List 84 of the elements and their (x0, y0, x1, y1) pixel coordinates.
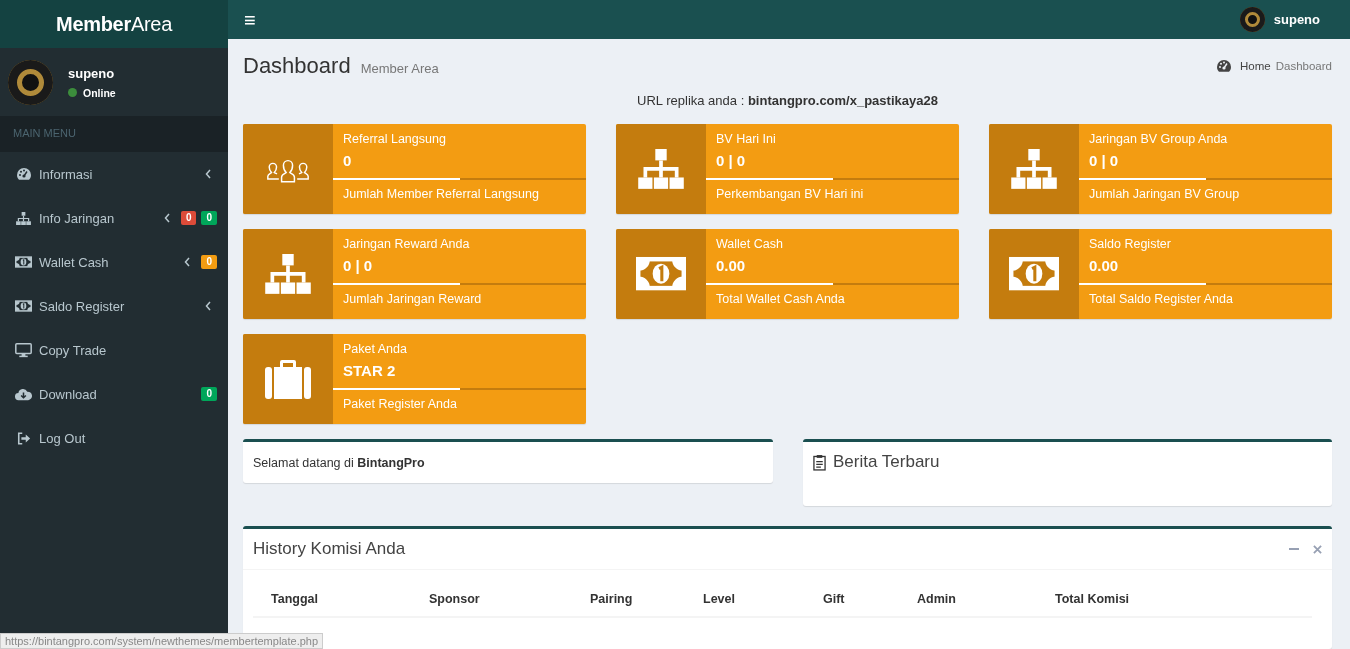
brand-logo[interactable]: MemberArea (0, 0, 228, 48)
banknote-icon (15, 256, 32, 268)
card-description: Total Saldo Register Anda (1088, 292, 1234, 306)
hierarchy-icon (15, 211, 32, 225)
card-description: Jumlah Member Referral Langsung (342, 187, 540, 201)
chevron-left-icon (205, 301, 211, 311)
column-header: Sponsor (429, 591, 481, 608)
column-header: Gift (823, 591, 846, 608)
user-menu[interactable]: supeno (1273, 12, 1320, 27)
menu-item[interactable]: Info Jaringan 0 0 (0, 196, 228, 240)
close-icon[interactable] (1313, 544, 1322, 554)
column-header: Admin (917, 591, 957, 608)
status-dot-icon (68, 88, 77, 97)
speedometer-icon (1216, 59, 1233, 73)
user-status: Online (83, 86, 116, 99)
hierarchy-icon (265, 254, 311, 294)
page-title: Dashboard (243, 53, 351, 79)
card-description: Total Wallet Cash Anda (715, 292, 846, 306)
count-badge: 0 (201, 387, 217, 401)
cloud-download-icon (15, 387, 32, 401)
menu-item[interactable]: Copy Trade (0, 328, 228, 372)
chevron-left-icon (163, 213, 170, 223)
avatar (8, 59, 53, 105)
menu-item[interactable]: Log Out (0, 416, 228, 460)
menu-header: MAIN MENU (0, 116, 228, 152)
count-badge: 0 (201, 211, 217, 225)
replica-url-text: URL replika anda : bintangpro.com/x_pastikaya28 (636, 93, 939, 108)
menu-label: Wallet Cash (39, 254, 110, 270)
card-description: Jumlah Jaringan Reward (342, 292, 483, 306)
welcome-text: Selamat datang di BintangPro (253, 455, 425, 470)
card-title: Referral Langsung (342, 132, 447, 146)
briefcase-icon (265, 359, 311, 399)
sign-out-icon (15, 431, 32, 445)
panel-title: History Komisi Anda (253, 539, 406, 559)
status-bar-url: https://bintangpro.com/system/newthemes/membertemplate.php (0, 633, 324, 649)
menu-item[interactable]: Saldo Register (0, 284, 228, 328)
menu-item[interactable]: Download 0 (0, 372, 228, 416)
speedometer-icon (15, 167, 32, 181)
column-header: Pairing (590, 591, 634, 608)
count-badge: 0 (180, 211, 197, 225)
page-subtitle: Member Area (360, 61, 439, 76)
breadcrumb-link[interactable]: Dashboard (1275, 60, 1332, 72)
card-description: Paket Register Anda (342, 397, 458, 411)
breadcrumb-link[interactable]: Home (1240, 60, 1271, 72)
count-badge: 0 (201, 255, 217, 269)
card-value: STAR 2 (342, 362, 397, 381)
user-name: supeno (68, 65, 116, 81)
card-title: Jaringan Reward Anda (342, 237, 471, 251)
card-title: BV Hari Ini (715, 132, 777, 146)
card-value: 0 | 0 (342, 257, 374, 276)
menu-label: Log Out (39, 430, 87, 446)
card-value: 0 | 0 (1088, 152, 1120, 171)
card-title: Saldo Register (1088, 237, 1172, 251)
monitor-icon (15, 342, 32, 358)
banknote-icon (1009, 256, 1059, 292)
column-header: Level (703, 591, 736, 608)
menu-label: Copy Trade (39, 342, 108, 358)
chevron-left-icon (205, 169, 211, 179)
menu-item[interactable]: Wallet Cash 0 (0, 240, 228, 284)
menu-item[interactable]: Informasi (0, 152, 228, 196)
card-value: 0 | 0 (715, 152, 747, 171)
column-header: Tanggal (271, 591, 319, 608)
hierarchy-icon (638, 149, 684, 189)
banknote-icon (15, 300, 32, 312)
menu-label: Informasi (39, 166, 94, 182)
menu-toggle[interactable]: ≡ (240, 9, 260, 30)
clipboard-icon (813, 453, 826, 471)
hierarchy-icon (1011, 149, 1057, 189)
menu-label: Info Jaringan (39, 210, 116, 226)
card-title: Wallet Cash (715, 237, 784, 251)
card-value: 0.00 (715, 257, 747, 276)
menu-label: Saldo Register (39, 298, 126, 314)
banknote-icon (636, 256, 686, 292)
panel-title: Berita Terbaru (833, 452, 940, 472)
card-description: Perkembangan BV Hari ini (715, 187, 865, 201)
card-value: 0.00 (1088, 257, 1120, 276)
menu-label: Download (39, 386, 98, 402)
card-title: Paket Anda (342, 342, 408, 356)
column-header: Total Komisi (1055, 591, 1131, 608)
card-description: Jumlah Jaringan BV Group (1088, 187, 1241, 201)
card-title: Jaringan BV Group Anda (1088, 132, 1229, 146)
card-value: 0 (342, 152, 353, 171)
chevron-left-icon (184, 257, 191, 267)
avatar[interactable] (1239, 7, 1265, 32)
